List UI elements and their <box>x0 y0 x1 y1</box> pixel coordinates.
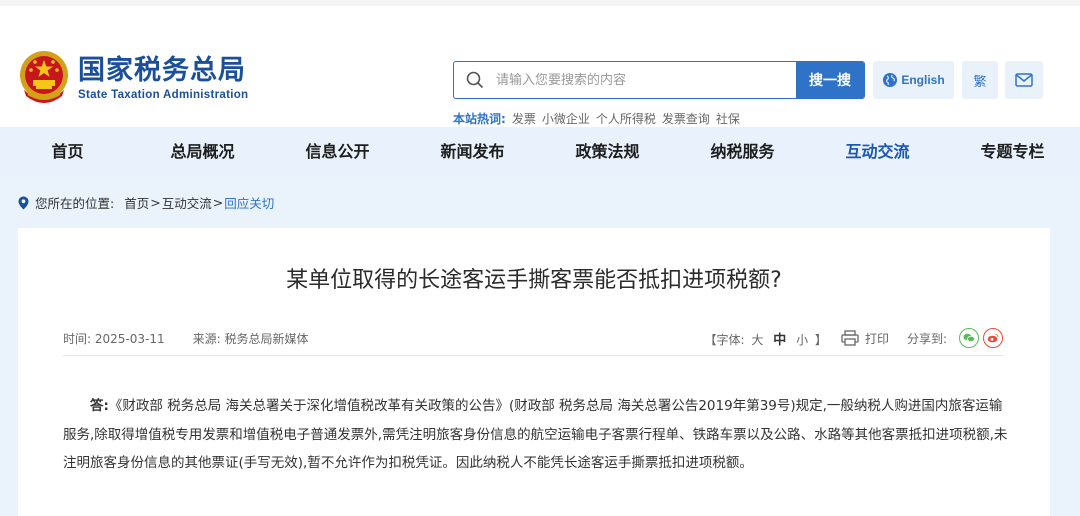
nav-item-news[interactable]: 新闻发布 <box>405 127 540 177</box>
nav-item-tax-service[interactable]: 纳税服务 <box>675 127 810 177</box>
font-size-prefix: 【字体: <box>704 332 745 347</box>
article-panel: 某单位取得的长途客运手撕客票能否抵扣进项税额? 时间: 2025-03-11 来… <box>18 228 1050 516</box>
search-icon <box>454 62 496 98</box>
breadcrumb: 您所在的位置: 首页 > 互动交流 > 回应关切 <box>18 193 274 212</box>
site-logo[interactable]: 国家税务总局 State Taxation Administration <box>18 50 248 106</box>
globe-icon <box>883 73 898 87</box>
source-value: 税务总局新媒体 <box>224 331 309 346</box>
nav-item-interaction[interactable]: 互动交流 <box>810 127 945 177</box>
hot-word-link[interactable]: 发票 <box>512 110 536 127</box>
breadcrumb-home[interactable]: 首页 <box>124 193 149 212</box>
english-button[interactable]: English <box>873 61 954 99</box>
national-emblem-icon <box>20 51 68 103</box>
publish-time-value: 2025-03-11 <box>94 331 165 346</box>
meta-divider <box>63 355 1003 356</box>
article-body: 答:《财政部 税务总局 海关总署关于深化增值税改革有关政策的公告》(财政部 税务… <box>63 392 1008 478</box>
nav-item-special-topics[interactable]: 专题专栏 <box>945 127 1080 177</box>
breadcrumb-prefix: 您所在的位置: <box>35 196 115 211</box>
search-button[interactable]: 搜一搜 <box>796 62 864 98</box>
source-label: 来源: <box>192 331 221 346</box>
search-box: 搜一搜 <box>453 61 865 99</box>
mail-icon <box>1015 73 1033 87</box>
answer-text: 《财政部 税务总局 海关总署关于深化增值税改革有关政策的公告》(财政部 税务总局… <box>63 398 1008 471</box>
hot-word-link[interactable]: 发票查询 <box>662 110 710 127</box>
breadcrumb-separator: > <box>212 195 224 210</box>
hot-word-link[interactable]: 个人所得税 <box>596 110 656 127</box>
publish-time: 时间: 2025-03-11 <box>63 330 165 347</box>
font-size-small[interactable]: 小 <box>796 333 808 347</box>
publish-time-label: 时间: <box>63 331 92 346</box>
answer-label: 答: <box>90 398 109 414</box>
wechat-icon[interactable] <box>959 328 979 348</box>
main-nav: 首页 总局概况 信息公开 新闻发布 政策法规 纳税服务 互动交流 专题专栏 <box>0 127 1080 177</box>
site-name-cn: 国家税务总局 <box>78 54 246 86</box>
english-label: English <box>901 73 945 87</box>
font-size-suffix: 】 <box>814 332 827 347</box>
nav-item-home[interactable]: 首页 <box>0 127 135 177</box>
article-source: 来源: 税务总局新媒体 <box>193 330 309 347</box>
printer-icon <box>841 330 859 346</box>
print-button[interactable]: 打印 <box>841 330 889 347</box>
font-size-control: 【字体: 大 中 小 】 <box>705 329 827 348</box>
font-size-medium[interactable]: 中 <box>773 333 786 348</box>
hot-word-link[interactable]: 小微企业 <box>542 110 590 127</box>
hot-word-link[interactable]: 社保 <box>716 110 740 127</box>
site-name-en: State Taxation Administration <box>78 88 249 101</box>
search-input[interactable] <box>496 62 796 98</box>
nav-item-policies[interactable]: 政策法规 <box>540 127 675 177</box>
article-meta: 时间: 2025-03-11 来源: 税务总局新媒体 【字体: 大 中 小 】 … <box>63 325 1003 351</box>
nav-item-overview[interactable]: 总局概况 <box>135 127 270 177</box>
hot-words-label: 本站热词: <box>453 112 506 126</box>
font-size-large[interactable]: 大 <box>751 333 763 347</box>
breadcrumb-current[interactable]: 回应关切 <box>224 193 274 212</box>
traditional-chinese-button[interactable]: 繁 <box>962 61 998 99</box>
location-pin-icon <box>18 196 29 209</box>
print-label: 打印 <box>864 331 889 346</box>
mail-button[interactable] <box>1005 61 1043 99</box>
breadcrumb-interaction[interactable]: 互动交流 <box>162 193 212 212</box>
hot-words: 本站热词: 发票 小微企业 个人所得税 发票查询 社保 <box>453 110 746 127</box>
nav-item-info-disclosure[interactable]: 信息公开 <box>270 127 405 177</box>
share-label: 分享到: <box>906 331 947 346</box>
weibo-icon[interactable] <box>983 328 1003 348</box>
article-title: 某单位取得的长途客运手撕客票能否抵扣进项税额? <box>286 268 782 293</box>
site-header: 国家税务总局 State Taxation Administration 搜一搜… <box>0 0 1080 127</box>
breadcrumb-separator: > <box>150 195 161 210</box>
